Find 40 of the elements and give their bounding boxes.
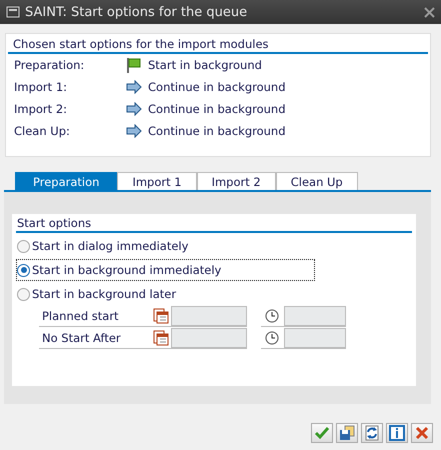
check-icon [314, 425, 330, 441]
tab[interactable]: Import 1 [117, 172, 197, 190]
calendar-icon[interactable] [153, 330, 169, 346]
refresh-icon [364, 425, 380, 441]
field-label: No Start After [39, 328, 150, 348]
refresh-button[interactable] [361, 423, 383, 443]
section-title: Chosen start options for the import modules [8, 37, 428, 54]
tab[interactable]: Import 2 [196, 172, 276, 190]
clock-icon[interactable] [265, 330, 279, 344]
radio-option[interactable]: Start in background immediately [16, 259, 315, 281]
module-label: Clean Up: [14, 124, 71, 138]
module-label: Import 1: [14, 80, 68, 94]
module-label: Preparation: [14, 58, 86, 72]
arrow-icon [126, 102, 142, 116]
field-label: Planned start [39, 306, 150, 326]
module-status: Continue in background [148, 124, 286, 138]
arrow-icon [126, 80, 142, 94]
flag-icon [126, 57, 142, 73]
tab[interactable]: Clean Up [276, 172, 358, 190]
info-button[interactable] [386, 423, 408, 443]
save-icon [339, 425, 355, 441]
close-icon[interactable] [424, 6, 435, 18]
group-title: Start options [16, 216, 412, 233]
confirm-button[interactable] [311, 423, 333, 443]
tab[interactable]: Preparation [15, 172, 118, 190]
clock-icon[interactable] [265, 308, 279, 322]
calendar-icon[interactable] [153, 308, 169, 324]
arrow-icon [126, 124, 142, 138]
radio-option[interactable]: Start in background later [16, 283, 315, 305]
module-status: Continue in background [148, 102, 286, 116]
info-icon [389, 425, 405, 441]
module-status: Continue in background [148, 80, 286, 94]
save-button[interactable] [336, 423, 358, 443]
module-status: Start in background [148, 58, 262, 72]
radio-option[interactable]: Start in dialog immediately [16, 235, 315, 257]
cancel-button[interactable] [411, 423, 433, 443]
module-label: Import 2: [14, 102, 68, 116]
cancel-icon [414, 425, 430, 441]
window-title: SAINT: Start options for the queue [25, 4, 248, 20]
window-menu-icon[interactable] [6, 6, 20, 18]
